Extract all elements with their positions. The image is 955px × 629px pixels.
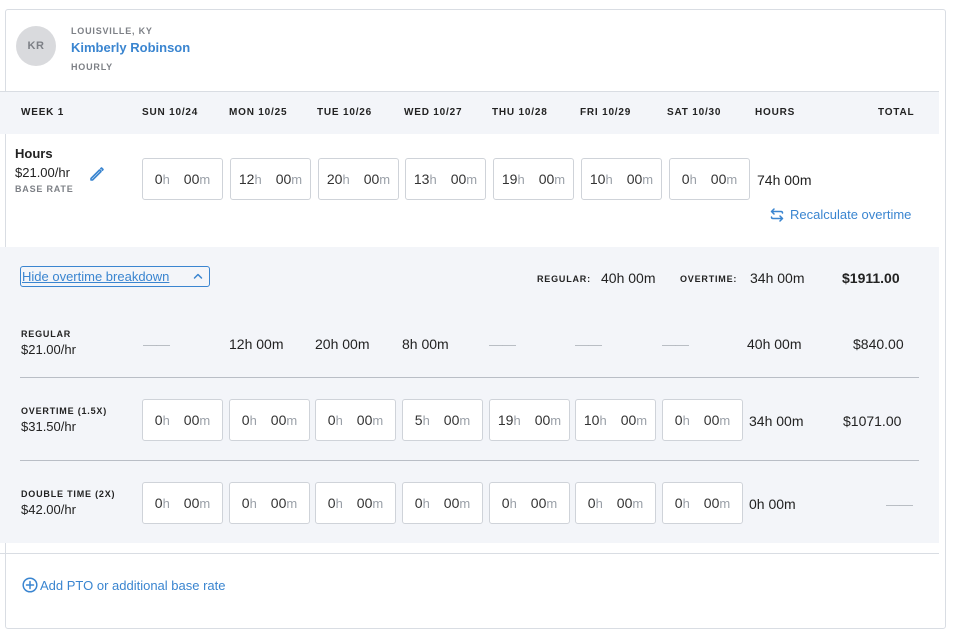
double-input-fri[interactable]: 0 h 00 m bbox=[575, 482, 656, 524]
overtime-hours: 34h 00m bbox=[749, 413, 804, 429]
regular-day-tue: 20h 00m bbox=[315, 336, 370, 352]
double-input-thu[interactable]: 0 h 00 m bbox=[489, 482, 570, 524]
regular-hours: 40h 00m bbox=[747, 336, 802, 352]
avatar: KR bbox=[16, 26, 56, 66]
overtime-row-label: OVERTIME (1.5X) bbox=[21, 406, 108, 416]
day-header: FRI 10/29 bbox=[580, 107, 632, 118]
regular-day-thu: —— bbox=[489, 336, 516, 352]
divider bbox=[20, 460, 919, 461]
regular-day-mon: 12h 00m bbox=[229, 336, 284, 352]
double-time-rate: $42.00/hr bbox=[21, 502, 76, 517]
double-input-sun[interactable]: 0 h 00 m bbox=[142, 482, 223, 524]
regular-row-label: REGULAR bbox=[21, 329, 72, 339]
overtime-input-sun[interactable]: 0 h 00 m bbox=[142, 399, 223, 441]
hours-column-header: HOURS bbox=[755, 107, 796, 118]
recalculate-overtime-link[interactable]: Recalculate overtime bbox=[770, 207, 911, 222]
divider bbox=[0, 553, 939, 554]
day-header: THU 10/28 bbox=[492, 107, 548, 118]
pay-type: HOURLY bbox=[71, 62, 113, 72]
week-header bbox=[0, 92, 939, 134]
grand-total: $1911.00 bbox=[842, 270, 900, 286]
double-time-total: —— bbox=[886, 496, 913, 512]
overtime-input-fri[interactable]: 10 h 00 m bbox=[575, 399, 656, 441]
overtime-summary-label: OVERTIME: bbox=[680, 274, 738, 284]
hide-overtime-breakdown-button[interactable]: Hide overtime breakdown bbox=[20, 266, 210, 287]
plus-circle-icon bbox=[22, 577, 38, 593]
regular-day-sun: —— bbox=[143, 336, 170, 352]
recalculate-label: Recalculate overtime bbox=[790, 207, 912, 222]
double-input-sat[interactable]: 0 h 00 m bbox=[662, 482, 743, 524]
chevron-up-icon bbox=[193, 273, 203, 279]
divider bbox=[20, 377, 919, 378]
pencil-icon[interactable] bbox=[89, 166, 105, 182]
hours-input-sun[interactable]: 0 h 00 m bbox=[142, 158, 223, 200]
overtime-summary-value: 34h 00m bbox=[750, 270, 805, 286]
day-header: SUN 10/24 bbox=[142, 107, 199, 118]
overtime-input-mon[interactable]: 0 h 00 m bbox=[229, 399, 310, 441]
add-pto-label: Add PTO or additional base rate bbox=[40, 577, 226, 593]
overtime-rate: $31.50/hr bbox=[21, 419, 76, 434]
regular-total: $840.00 bbox=[853, 336, 904, 352]
hours-row-total: 74h 00m bbox=[757, 172, 812, 188]
regular-rate: $21.00/hr bbox=[21, 342, 76, 357]
day-header: WED 10/27 bbox=[404, 107, 463, 118]
hours-input-sat[interactable]: 0 h 00 m bbox=[669, 158, 750, 200]
add-pto-link[interactable]: Add PTO or additional base rate bbox=[22, 577, 226, 593]
swap-arrows-icon bbox=[770, 207, 784, 222]
total-column-header: TOTAL bbox=[878, 107, 915, 118]
hours-input-fri[interactable]: 10 h 00 m bbox=[581, 158, 662, 200]
double-input-mon[interactable]: 0 h 00 m bbox=[229, 482, 310, 524]
hours-row-label: Hours bbox=[15, 146, 53, 161]
overtime-input-tue[interactable]: 0 h 00 m bbox=[315, 399, 396, 441]
double-input-wed[interactable]: 0 h 00 m bbox=[402, 482, 483, 524]
overtime-total: $1071.00 bbox=[843, 413, 902, 429]
hours-input-wed[interactable]: 13 h 00 m bbox=[405, 158, 486, 200]
regular-day-fri: —— bbox=[575, 336, 602, 352]
regular-day-sat: —— bbox=[662, 336, 689, 352]
regular-summary-label: REGULAR: bbox=[537, 274, 591, 284]
double-input-tue[interactable]: 0 h 00 m bbox=[315, 482, 396, 524]
toggle-label: Hide overtime breakdown bbox=[22, 269, 170, 284]
regular-summary-value: 40h 00m bbox=[601, 270, 656, 286]
base-rate-caption: BASE RATE bbox=[15, 184, 74, 194]
double-time-row-label: DOUBLE TIME (2X) bbox=[21, 489, 116, 499]
day-header: SAT 10/30 bbox=[667, 107, 722, 118]
overtime-input-thu[interactable]: 19 h 00 m bbox=[489, 399, 570, 441]
week-label: WEEK 1 bbox=[21, 107, 65, 118]
day-header: MON 10/25 bbox=[229, 107, 288, 118]
employee-location: LOUISVILLE, KY bbox=[71, 26, 153, 36]
base-rate-value: $21.00/hr bbox=[15, 165, 70, 180]
overtime-input-sat[interactable]: 0 h 00 m bbox=[662, 399, 743, 441]
hours-input-thu[interactable]: 19 h 00 m bbox=[493, 158, 574, 200]
hours-input-tue[interactable]: 20 h 00 m bbox=[318, 158, 399, 200]
day-header: TUE 10/26 bbox=[317, 107, 373, 118]
employee-name[interactable]: Kimberly Robinson bbox=[71, 40, 190, 55]
regular-day-wed: 8h 00m bbox=[402, 336, 449, 352]
hours-input-mon[interactable]: 12 h 00 m bbox=[230, 158, 311, 200]
double-time-hours: 0h 00m bbox=[749, 496, 796, 512]
overtime-input-wed[interactable]: 5 h 00 m bbox=[402, 399, 483, 441]
